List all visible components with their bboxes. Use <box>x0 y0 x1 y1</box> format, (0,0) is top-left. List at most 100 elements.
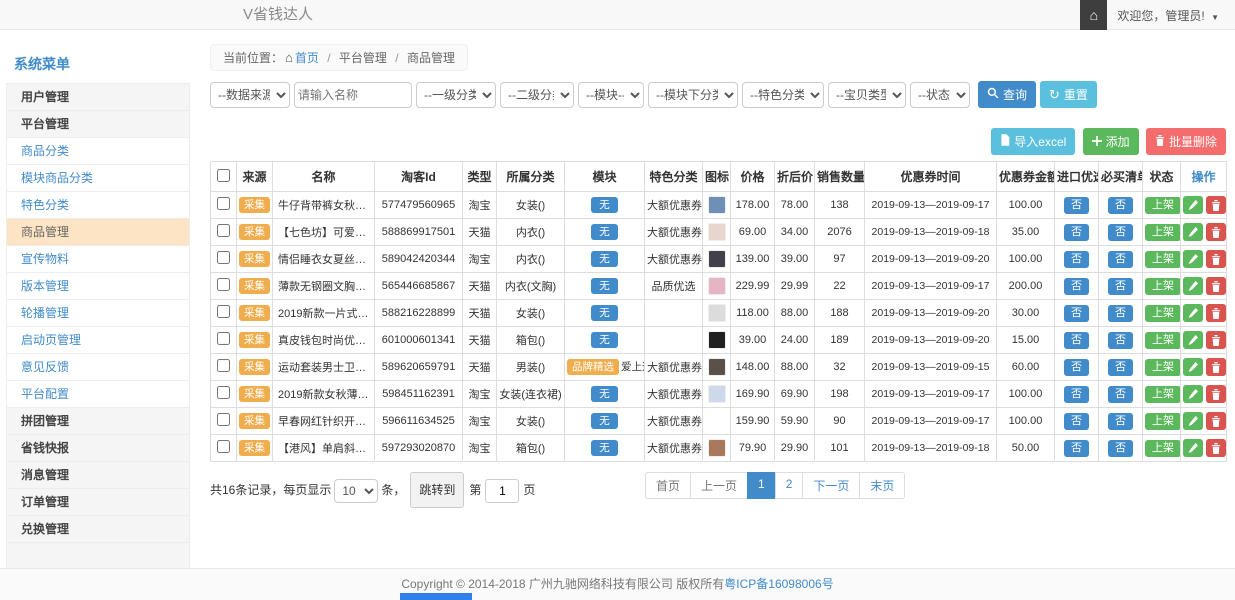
sidebar-item-17[interactable] <box>6 542 190 570</box>
must-buy-toggle[interactable]: 否 <box>1108 413 1133 430</box>
edit-button[interactable] <box>1183 250 1203 268</box>
status-button[interactable]: 上架 <box>1145 197 1181 214</box>
status-button[interactable]: 上架 <box>1145 440 1181 457</box>
sidebar-item-4[interactable]: 特色分类 <box>6 191 190 219</box>
home-button[interactable]: ⌂ <box>1080 0 1107 30</box>
must-buy-toggle[interactable]: 否 <box>1108 224 1133 241</box>
delete-button[interactable] <box>1206 196 1226 214</box>
row-checkbox[interactable] <box>217 278 230 291</box>
sidebar-item-12[interactable]: 拼团管理 <box>6 407 190 435</box>
sidebar-item-3[interactable]: 模块商品分类 <box>6 164 190 192</box>
sidebar-item-16[interactable]: 兑换管理 <box>6 515 190 543</box>
edit-button[interactable] <box>1183 358 1203 376</box>
filter-level1[interactable]: --一级分类-- <box>416 82 496 108</box>
page-link[interactable]: 末页 <box>859 472 905 499</box>
reset-button[interactable]: ↻重置 <box>1040 81 1097 108</box>
edit-button[interactable] <box>1183 412 1203 430</box>
per-page-select[interactable]: 10 <box>334 479 378 503</box>
delete-button[interactable] <box>1206 304 1226 322</box>
import-select-toggle[interactable]: 否 <box>1064 305 1089 322</box>
user-menu[interactable]: 欢迎您，管理员! ▼ <box>1107 7 1235 24</box>
sidebar-item-8[interactable]: 轮播管理 <box>6 299 190 327</box>
status-button[interactable]: 上架 <box>1145 332 1181 349</box>
must-buy-toggle[interactable]: 否 <box>1108 305 1133 322</box>
row-checkbox[interactable] <box>217 359 230 372</box>
edit-button[interactable] <box>1183 331 1203 349</box>
delete-button[interactable] <box>1206 412 1226 430</box>
sidebar-item-11[interactable]: 平台配置 <box>6 380 190 408</box>
import-select-toggle[interactable]: 否 <box>1064 359 1089 376</box>
import-select-toggle[interactable]: 否 <box>1064 197 1089 214</box>
edit-button[interactable] <box>1183 196 1203 214</box>
delete-button[interactable] <box>1206 223 1226 241</box>
page-current[interactable]: 1 <box>747 472 776 499</box>
sidebar-item-6[interactable]: 宣传物料 <box>6 245 190 273</box>
page-link[interactable]: 首页 <box>645 472 691 499</box>
select-all-checkbox[interactable] <box>217 169 230 182</box>
import-select-toggle[interactable]: 否 <box>1064 251 1089 268</box>
delete-button[interactable] <box>1206 331 1226 349</box>
sidebar-item-0[interactable]: 用户管理 <box>6 83 190 111</box>
sidebar-item-5[interactable]: 商品管理 <box>6 218 190 246</box>
filter-level2[interactable]: --二级分类-- <box>500 82 574 108</box>
add-button[interactable]: 添加 <box>1083 128 1139 155</box>
row-checkbox[interactable] <box>217 413 230 426</box>
sidebar-item-13[interactable]: 省钱快报 <box>6 434 190 462</box>
import-excel-button[interactable]: 导入excel <box>991 128 1075 155</box>
sidebar-item-2[interactable]: 商品分类 <box>6 137 190 165</box>
import-select-toggle[interactable]: 否 <box>1064 332 1089 349</box>
status-button[interactable]: 上架 <box>1145 413 1181 430</box>
sidebar-item-15[interactable]: 订单管理 <box>6 488 190 516</box>
filter-item-type[interactable]: --宝贝类型-- <box>828 82 906 108</box>
filter-feature[interactable]: --特色分类-- <box>742 82 824 108</box>
import-select-toggle[interactable]: 否 <box>1064 278 1089 295</box>
sidebar-item-14[interactable]: 消息管理 <box>6 461 190 489</box>
edit-button[interactable] <box>1183 304 1203 322</box>
import-select-toggle[interactable]: 否 <box>1064 440 1089 457</box>
filter-data-source[interactable]: --数据来源-- <box>210 82 290 108</box>
import-select-toggle[interactable]: 否 <box>1064 224 1089 241</box>
sidebar-item-7[interactable]: 版本管理 <box>6 272 190 300</box>
must-buy-toggle[interactable]: 否 <box>1108 386 1133 403</box>
status-button[interactable]: 上架 <box>1145 305 1181 322</box>
edit-button[interactable] <box>1183 439 1203 457</box>
must-buy-toggle[interactable]: 否 <box>1108 251 1133 268</box>
must-buy-toggle[interactable]: 否 <box>1108 278 1133 295</box>
jump-page-input[interactable] <box>485 479 519 503</box>
breadcrumb-home-link[interactable]: 首页 <box>295 51 319 65</box>
must-buy-toggle[interactable]: 否 <box>1108 197 1133 214</box>
row-checkbox[interactable] <box>217 224 230 237</box>
batch-delete-button[interactable]: 批量删除 <box>1146 128 1226 155</box>
delete-button[interactable] <box>1206 439 1226 457</box>
delete-button[interactable] <box>1206 358 1226 376</box>
delete-button[interactable] <box>1206 385 1226 403</box>
row-checkbox[interactable] <box>217 197 230 210</box>
row-checkbox[interactable] <box>217 440 230 453</box>
must-buy-toggle[interactable]: 否 <box>1108 440 1133 457</box>
edit-button[interactable] <box>1183 223 1203 241</box>
edit-button[interactable] <box>1183 277 1203 295</box>
sidebar-item-1[interactable]: 平台管理 <box>6 110 190 138</box>
sidebar-item-10[interactable]: 意见反馈 <box>6 353 190 381</box>
jump-button[interactable]: 跳转到 <box>410 472 464 508</box>
sidebar-item-9[interactable]: 启动页管理 <box>6 326 190 354</box>
row-checkbox[interactable] <box>217 332 230 345</box>
status-button[interactable]: 上架 <box>1145 386 1181 403</box>
delete-button[interactable] <box>1206 250 1226 268</box>
filter-module[interactable]: --模块-- <box>578 82 644 108</box>
status-button[interactable]: 上架 <box>1145 359 1181 376</box>
filter-status[interactable]: --状态-- <box>910 82 970 108</box>
page-link[interactable]: 下一页 <box>802 472 860 499</box>
status-button[interactable]: 上架 <box>1145 224 1181 241</box>
must-buy-toggle[interactable]: 否 <box>1108 332 1133 349</box>
row-checkbox[interactable] <box>217 251 230 264</box>
must-buy-toggle[interactable]: 否 <box>1108 359 1133 376</box>
search-button[interactable]: 查询 <box>978 81 1036 108</box>
row-checkbox[interactable] <box>217 305 230 318</box>
page-link[interactable]: 上一页 <box>690 472 748 499</box>
icp-link[interactable]: 粤ICP备16098006号 <box>724 577 833 591</box>
delete-button[interactable] <box>1206 277 1226 295</box>
page-link[interactable]: 2 <box>775 472 804 499</box>
status-button[interactable]: 上架 <box>1145 251 1181 268</box>
import-select-toggle[interactable]: 否 <box>1064 413 1089 430</box>
